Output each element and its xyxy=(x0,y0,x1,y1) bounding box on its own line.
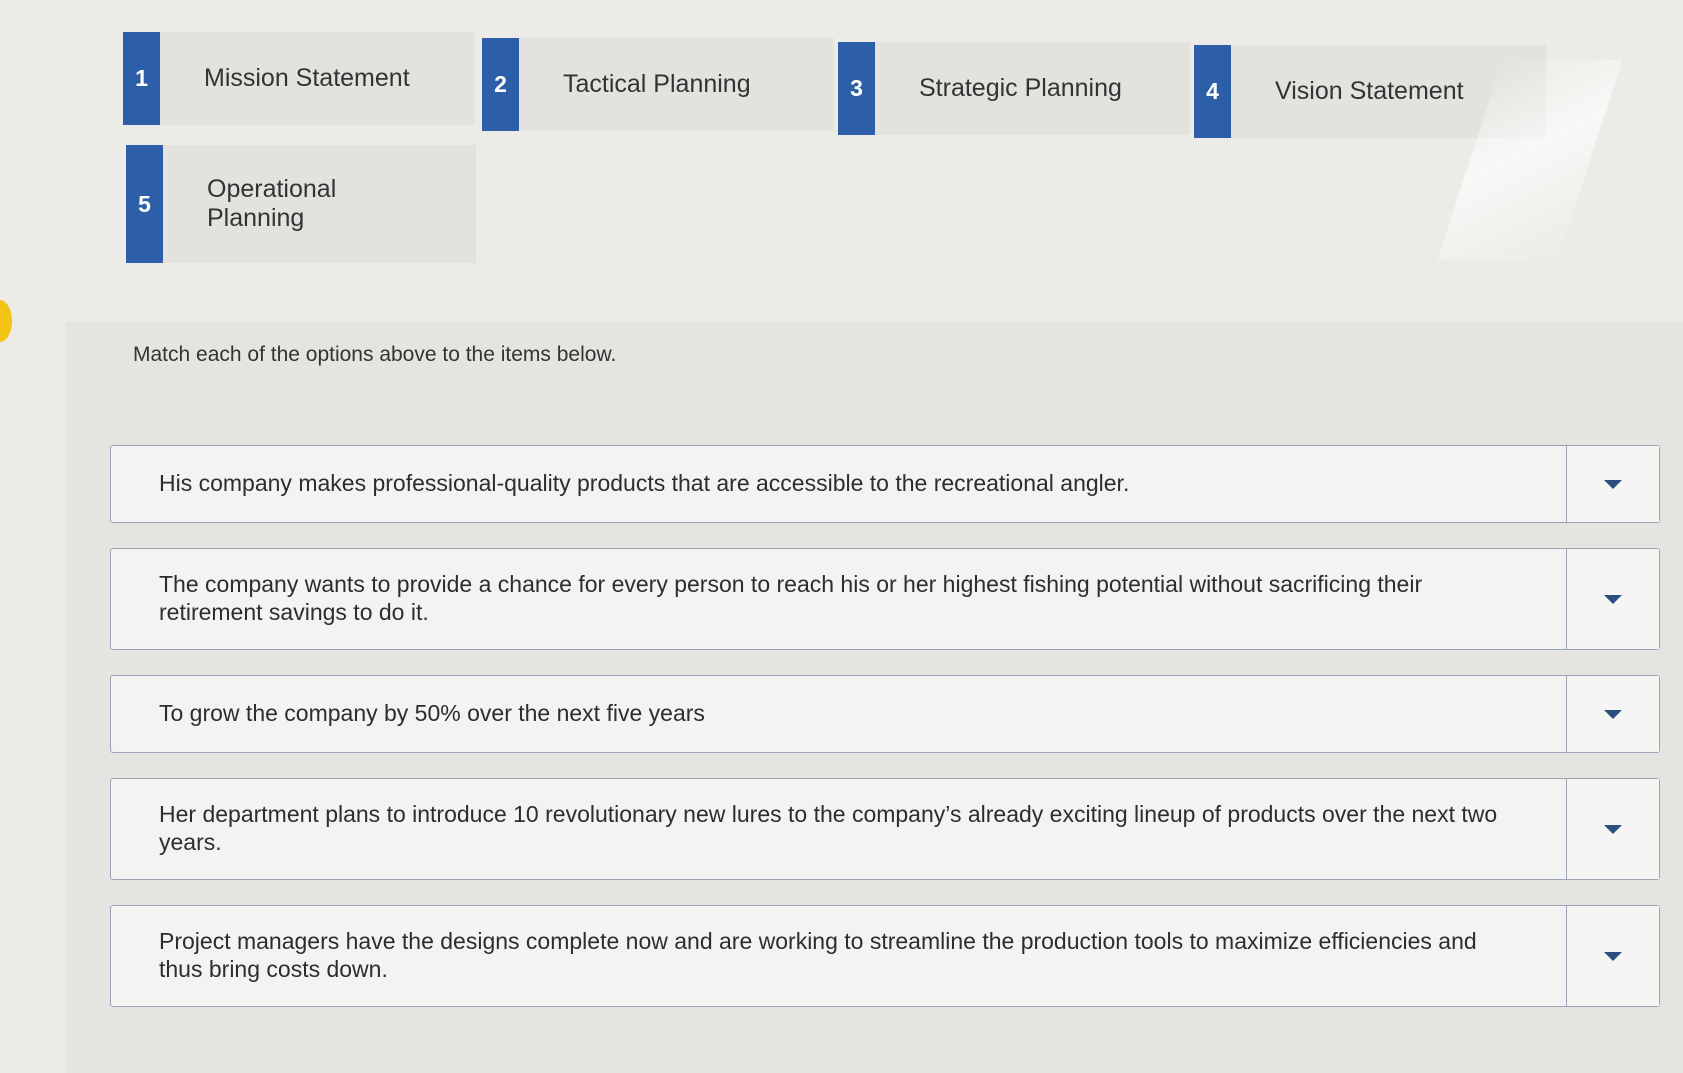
match-item-text: The company wants to provide a chance fo… xyxy=(159,571,1423,625)
chevron-down-icon xyxy=(1604,479,1622,489)
match-dropdown[interactable] xyxy=(1566,779,1659,879)
match-list: His company makes professional-quality p… xyxy=(110,445,1660,1032)
option-label: Strategic Planning xyxy=(919,74,1122,103)
match-item-text: His company makes professional-quality p… xyxy=(159,470,1130,497)
match-dropdown[interactable] xyxy=(1566,906,1659,1006)
option-label: Vision Statement xyxy=(1275,77,1464,106)
chevron-down-icon xyxy=(1604,824,1622,834)
option-number-badge: 1 xyxy=(123,32,160,125)
chevron-down-icon xyxy=(1604,594,1622,604)
option-card-strategic-planning[interactable]: 3 Strategic Planning xyxy=(838,42,1190,135)
match-item-text: Project managers have the designs comple… xyxy=(159,928,1477,982)
match-row: Project managers have the designs comple… xyxy=(110,905,1660,1007)
option-number-badge: 4 xyxy=(1194,45,1231,138)
instructions-text: Match each of the options above to the i… xyxy=(133,343,617,366)
match-row: Her department plans to introduce 10 rev… xyxy=(110,778,1660,880)
chevron-down-icon xyxy=(1604,709,1622,719)
option-card-vision-statement[interactable]: 4 Vision Statement xyxy=(1194,45,1546,138)
option-card-operational-planning[interactable]: 5 Operational Planning xyxy=(126,145,476,263)
option-number-badge: 5 xyxy=(126,145,163,263)
option-card-tactical-planning[interactable]: 2 Tactical Planning xyxy=(482,38,834,131)
match-row: The company wants to provide a chance fo… xyxy=(110,548,1660,650)
option-number-badge: 2 xyxy=(482,38,519,131)
side-marker-dot xyxy=(0,300,12,342)
match-item-text: Her department plans to introduce 10 rev… xyxy=(159,801,1498,855)
option-label: Mission Statement xyxy=(204,64,410,93)
match-dropdown[interactable] xyxy=(1566,446,1659,522)
match-row: To grow the company by 50% over the next… xyxy=(110,675,1660,753)
match-row: His company makes professional-quality p… xyxy=(110,445,1660,523)
option-label: Tactical Planning xyxy=(563,70,751,99)
option-label: Operational Planning xyxy=(207,175,337,232)
match-dropdown[interactable] xyxy=(1566,676,1659,752)
match-dropdown[interactable] xyxy=(1566,549,1659,649)
option-number-badge: 3 xyxy=(838,42,875,135)
options-area: 1 Mission Statement 2 Tactical Planning … xyxy=(0,0,1683,300)
option-card-mission-statement[interactable]: 1 Mission Statement xyxy=(123,32,475,125)
chevron-down-icon xyxy=(1604,951,1622,961)
match-item-text: To grow the company by 50% over the next… xyxy=(159,700,705,727)
